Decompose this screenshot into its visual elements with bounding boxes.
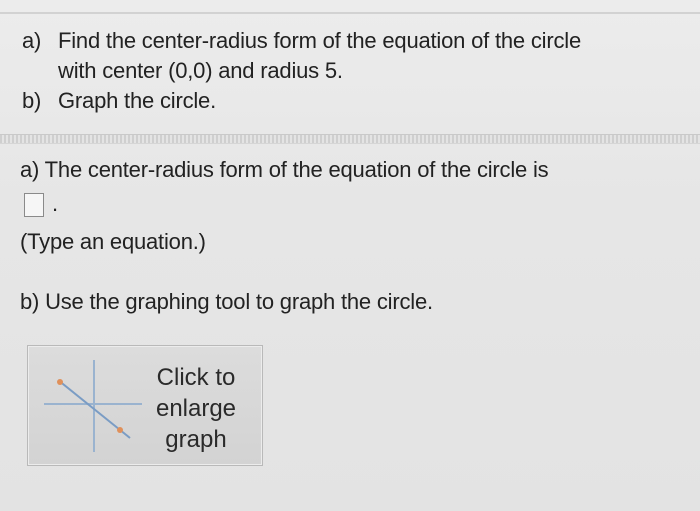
enlarge-graph-label-line2: enlarge — [155, 395, 237, 422]
question-part-b-text: Graph the circle. — [58, 88, 217, 113]
question-part-a-letter: a) — [22, 28, 42, 53]
question-part-a: a) Find the center-radius form of the equ… — [22, 26, 700, 56]
question-part-b-letter: b) — [22, 88, 42, 113]
question-part-a-text: Find the center-radius form of the equat… — [58, 28, 581, 53]
equation-answer-input[interactable] — [24, 193, 44, 217]
question-part-b: b) Graph the circle. — [22, 86, 700, 116]
enlarge-graph-label-line3: graph — [165, 426, 227, 453]
graph-thumbnail-icon — [44, 360, 142, 452]
answer-panel: a) The center-radius form of the equatio… — [20, 155, 700, 317]
enlarge-graph-label: Click to enlarge graph — [146, 362, 246, 455]
answer-input-row: . — [20, 189, 700, 225]
answer-period: . — [52, 191, 58, 216]
answer-part-b-prompt: b) Use the graphing tool to graph the ci… — [20, 289, 433, 314]
section-divider — [0, 134, 700, 144]
top-divider — [0, 12, 700, 14]
enlarge-graph-label-line1: Click to — [156, 364, 236, 391]
question-panel: a) Find the center-radius form of the equ… — [22, 26, 700, 116]
problem-page: a) Find the center-radius form of the equ… — [0, 0, 700, 511]
answer-part-a-prompt: a) The center-radius form of the equatio… — [20, 157, 549, 182]
answer-hint: (Type an equation.) — [20, 229, 206, 254]
enlarge-graph-button[interactable]: Click to enlarge graph — [27, 345, 263, 466]
question-part-a-line2: with center (0,0) and radius 5. — [58, 58, 343, 83]
